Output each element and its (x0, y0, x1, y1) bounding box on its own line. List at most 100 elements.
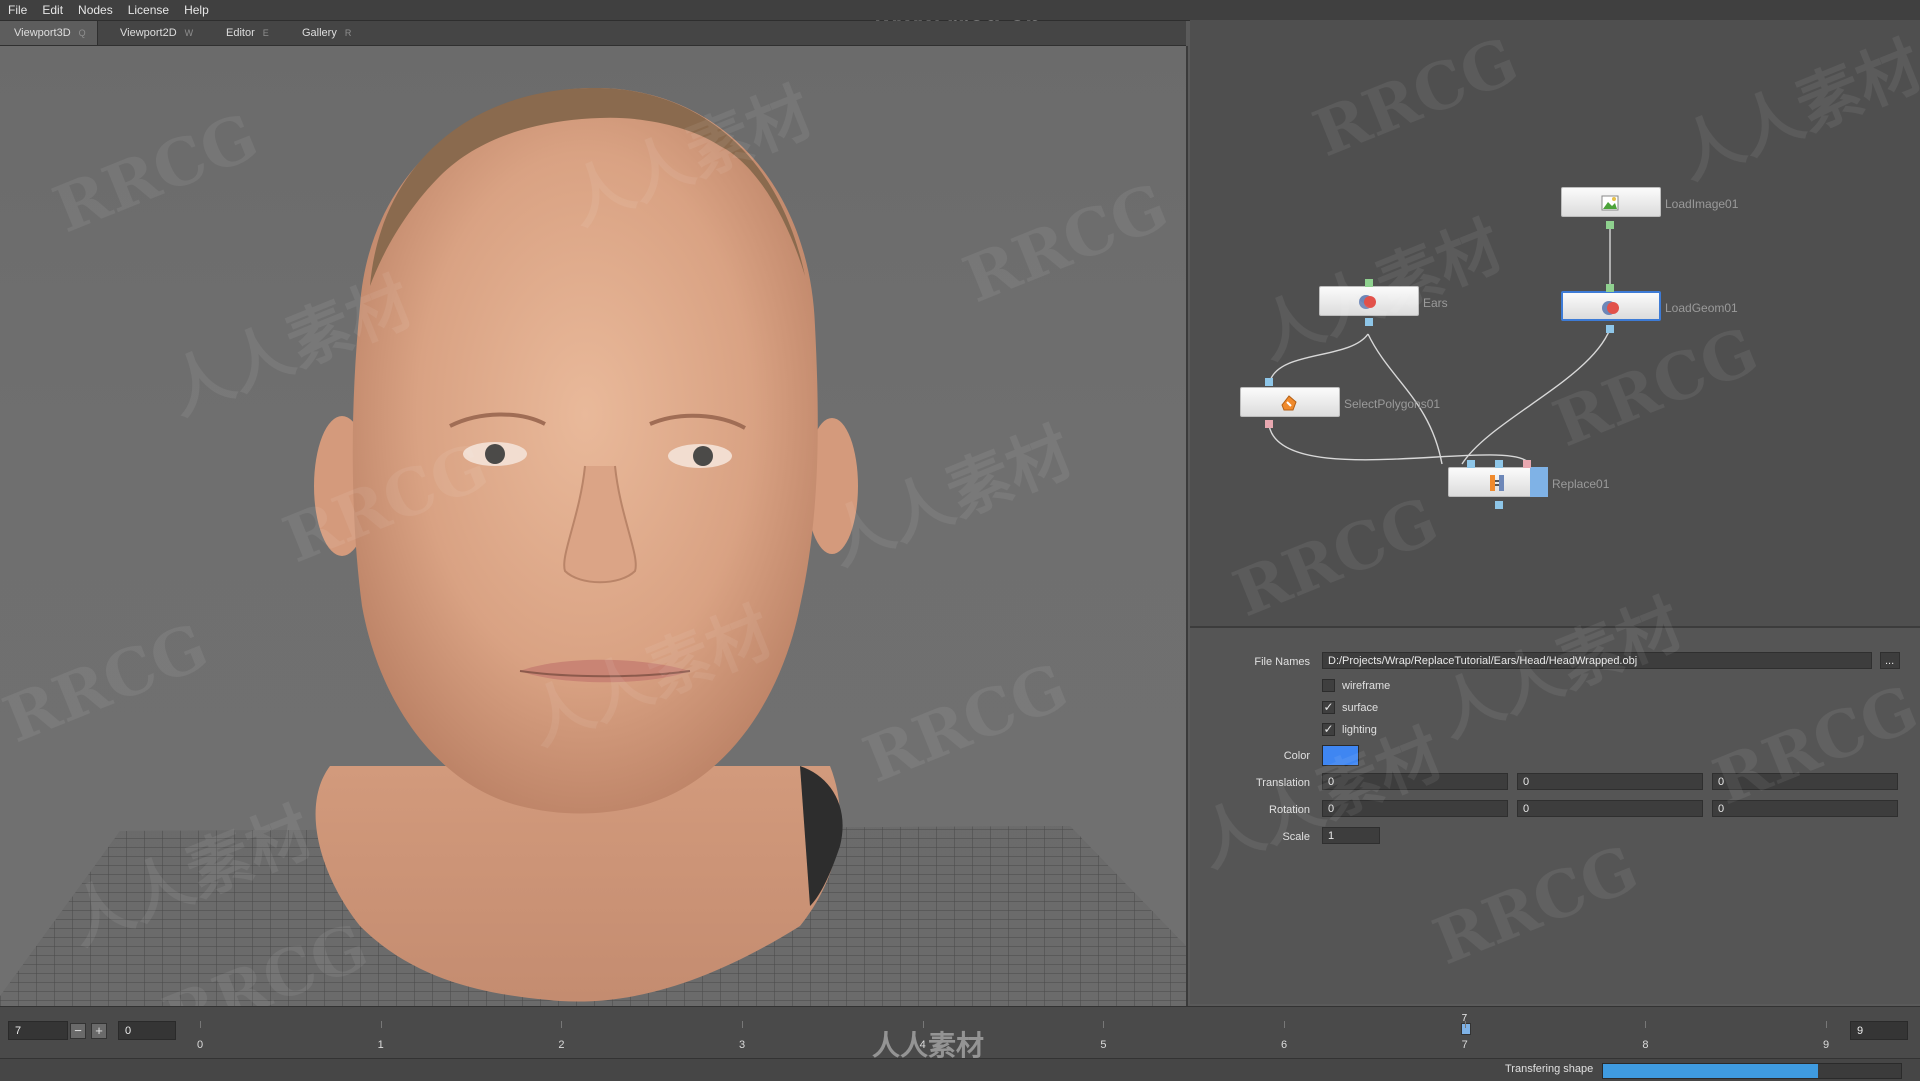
node-ears-label: Ears (1423, 296, 1448, 310)
timeline-tick-label: 7 (1461, 1039, 1468, 1051)
node-load-image-output-port[interactable] (1606, 221, 1614, 229)
timeline-playhead[interactable] (1460, 1023, 1471, 1035)
viewport-canvas (0, 87, 1186, 1006)
replace-icon (1490, 475, 1504, 491)
menu-license[interactable]: License (120, 0, 176, 18)
node-graph[interactable]: LoadImage01 Ears LoadGeom01 SelectPolygo… (1190, 20, 1920, 632)
rotation-x-field[interactable]: 0 (1322, 800, 1508, 817)
geometry-icon (1359, 295, 1376, 309)
menu-file[interactable]: File (0, 0, 34, 18)
menu-edit[interactable]: Edit (34, 0, 70, 18)
lighting-checkbox[interactable]: ✓ (1322, 723, 1335, 736)
tab-editor[interactable]: Editor E (212, 21, 282, 45)
node-ears-input-port[interactable] (1365, 279, 1373, 287)
end-frame-field[interactable]: 9 (1850, 1021, 1908, 1040)
node-ears[interactable] (1319, 286, 1419, 316)
timeline-track[interactable] (200, 1007, 1830, 1059)
tab-gallery[interactable]: Gallery R (288, 21, 368, 45)
node-load-geom-input-port[interactable] (1606, 284, 1614, 292)
timeline-tick-label: 2 (558, 1039, 565, 1051)
color-label: Color (1283, 750, 1310, 762)
tab-viewport3d-shortcut: Q (78, 28, 86, 38)
menu-help[interactable]: Help (176, 0, 216, 18)
scale-label: Scale (1282, 831, 1310, 843)
node-replace-display-flag[interactable] (1530, 467, 1548, 497)
timeline-tick-label: 0 (197, 1039, 204, 1051)
node-replace-output-port[interactable] (1495, 501, 1503, 509)
timeline-tick (1464, 1021, 1466, 1028)
wireframe-label: wireframe (1342, 680, 1391, 692)
node-load-geom-label: LoadGeom01 (1665, 301, 1738, 315)
surface-label: surface (1342, 702, 1379, 714)
timeline-tick-label: 5 (1100, 1039, 1107, 1051)
node-load-image-label: LoadImage01 (1665, 197, 1739, 211)
color-swatch[interactable] (1322, 745, 1359, 766)
tab-editor-shortcut: E (262, 28, 269, 38)
frame-increment-button[interactable]: + (91, 1023, 107, 1039)
menu-nodes[interactable]: Nodes (70, 0, 120, 18)
timeline-tick (380, 1021, 382, 1028)
timeline-tick (742, 1021, 743, 1028)
viewport-3d[interactable]: RRCG 人人素材 人人素材 RRCG RRCG 人人素材 RRCG 人人素材 … (0, 46, 1188, 1006)
timeline-tick (1826, 1021, 1827, 1028)
tab-gallery-shortcut: R (344, 28, 352, 38)
properties-panel: File Names D:/Projects/Wrap/ReplaceTutor… (1187, 586, 1920, 1004)
scale-field[interactable]: 1 (1322, 827, 1380, 844)
viewport-tab-bar: Viewport3D Q Viewport2D W Editor E Gallery R (0, 21, 1186, 46)
tab-editor-label: Editor (226, 27, 255, 39)
translation-z-field[interactable]: 0 (1712, 773, 1898, 790)
frame-decrement-button[interactable]: − (70, 1023, 86, 1039)
rotation-z-field[interactable]: 0 (1712, 800, 1898, 817)
current-frame-field[interactable]: 7 (8, 1021, 68, 1040)
timeline-tick (1645, 1021, 1647, 1028)
surface-checkbox[interactable]: ✓ (1322, 701, 1335, 714)
timeline-tick-label: 6 (1281, 1039, 1288, 1051)
status-bar: Transfering shape (0, 1058, 1920, 1081)
timeline-tick (1103, 1021, 1105, 1028)
progress-bar (1602, 1063, 1902, 1079)
timeline-tick (200, 1021, 201, 1028)
node-replace-label: Replace01 (1552, 477, 1610, 491)
status-text: Transfering shape (1505, 1063, 1594, 1075)
tab-viewport2d-shortcut: W (184, 28, 194, 38)
node-replace-input-port-1[interactable] (1467, 460, 1475, 468)
translation-label: Translation (1255, 777, 1310, 789)
timeline-tick-label: 8 (1642, 1039, 1649, 1051)
tab-viewport2d-label: Viewport2D (120, 27, 177, 39)
node-load-geom[interactable] (1561, 291, 1661, 321)
tab-viewport3d-label: Viewport3D (14, 27, 71, 39)
node-replace-input-port-2[interactable] (1495, 460, 1503, 468)
translation-x-field[interactable]: 0 (1322, 773, 1508, 790)
tab-gallery-label: Gallery (302, 27, 337, 39)
browse-button[interactable]: ... (1880, 652, 1900, 669)
geometry-icon (1602, 301, 1619, 315)
progress-fill (1603, 1064, 1818, 1078)
node-load-image[interactable] (1561, 187, 1661, 217)
start-frame-field[interactable]: 0 (118, 1021, 176, 1040)
timeline-tick-label: 3 (739, 1039, 746, 1051)
lighting-label: lighting (1342, 724, 1377, 736)
file-names-label: File Names (1254, 656, 1310, 668)
node-ears-output-port[interactable] (1365, 318, 1373, 326)
timeline-tick (561, 1021, 563, 1028)
select-polygons-icon (1281, 395, 1297, 411)
timeline-tick (1284, 1021, 1285, 1028)
node-select-polygons-output-port[interactable] (1265, 420, 1273, 428)
node-replace[interactable] (1448, 467, 1548, 497)
rotation-y-field[interactable]: 0 (1517, 800, 1703, 817)
node-select-polygons-label: SelectPolygons01 (1344, 397, 1441, 411)
tab-viewport3d[interactable]: Viewport3D Q (0, 21, 98, 45)
wireframe-checkbox[interactable] (1322, 679, 1335, 692)
node-connections (1268, 223, 1611, 465)
image-icon (1601, 195, 1619, 211)
tab-viewport2d[interactable]: Viewport2D W (106, 21, 198, 45)
file-names-field[interactable]: D:/Projects/Wrap/ReplaceTutorial/Ears/He… (1322, 652, 1872, 669)
translation-y-field[interactable]: 0 (1517, 773, 1703, 790)
node-select-polygons-input-port[interactable] (1265, 378, 1273, 386)
rotation-label: Rotation (1269, 804, 1310, 816)
node-replace-input-port-3[interactable] (1523, 460, 1531, 468)
timeline-tick-label: 1 (377, 1039, 384, 1051)
head-face (352, 87, 818, 814)
node-load-geom-output-port[interactable] (1606, 325, 1614, 333)
node-select-polygons[interactable] (1240, 387, 1340, 417)
